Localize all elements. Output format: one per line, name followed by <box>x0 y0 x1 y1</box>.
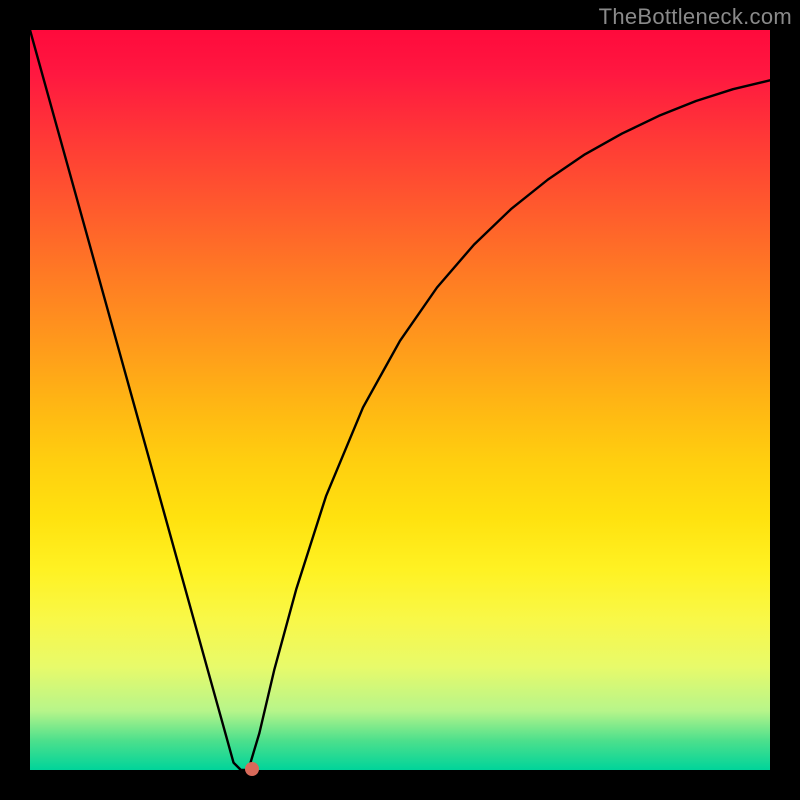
bottleneck-curve <box>30 30 770 770</box>
optimum-marker <box>245 762 259 776</box>
chart-stage: TheBottleneck.com <box>0 0 800 800</box>
watermark-text: TheBottleneck.com <box>599 4 792 30</box>
curve-layer <box>30 30 770 770</box>
